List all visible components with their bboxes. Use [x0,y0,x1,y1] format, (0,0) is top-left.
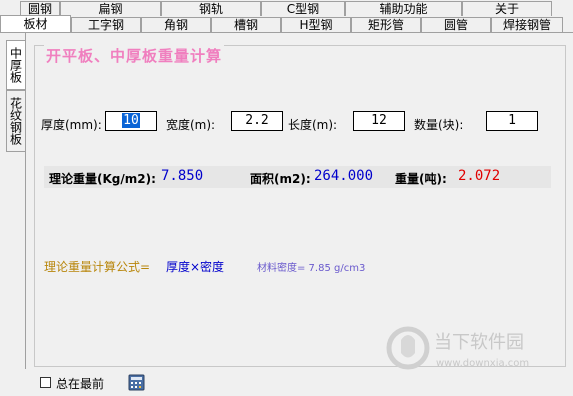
formula-expression: 厚度×密度 [166,260,225,274]
always-on-top-checkbox[interactable] [40,377,51,388]
main-panel: 开平板、中厚板重量计算 厚度(mm): 10 宽度(m): 2.2 长度(m):… [25,33,573,370]
thickness-label: 厚度(mm): [41,118,102,132]
tab-row-top: 圆钢 扁钢 钢轨 C型钢 辅助功能 关于 [0,0,552,16]
count-label: 数量(块): [414,118,464,132]
watermark-cn: 当下软件园 [434,332,524,353]
theory-weight-label: 理论重量(Kg/m2): [49,172,156,186]
always-on-top-label[interactable]: 总在最前 [56,375,104,392]
density-text: 材料密度= 7.85 g/cm3 [257,263,366,274]
tab-tools[interactable]: 辅助功能 [345,1,462,16]
tab-rect-tube[interactable]: 矩形管 [351,17,421,32]
formula-label: 理论重量计算公式= [44,260,151,274]
tab-round-steel[interactable]: 圆钢 [20,1,60,16]
tab-rail[interactable]: 钢轨 [161,1,261,16]
thickness-value: 10 [122,113,140,128]
weight-label: 重量(吨): [395,172,447,186]
calculator-icon[interactable] [128,374,145,391]
vtab-medium-plate[interactable]: 中厚板 [6,40,25,90]
tab-flat-steel[interactable]: 扁钢 [60,1,161,16]
width-label: 宽度(m): [166,118,216,132]
area-label: 面积(m2): [250,172,311,186]
tab-channel-steel[interactable]: 槽钢 [211,17,281,32]
width-input[interactable]: 2.2 [231,111,283,131]
vertical-tabs: 中厚板 花纹钢板 [6,40,25,152]
length-input[interactable]: 12 [353,111,405,131]
tab-about[interactable]: 关于 [462,1,552,16]
plate-groupbox [34,45,566,367]
group-title: 开平板、中厚板重量计算 [44,45,225,66]
tab-i-beam[interactable]: 工字钢 [71,17,141,32]
footer-bar: 总在最前 [0,369,573,396]
count-input[interactable]: 1 [486,111,538,131]
weight-value: 2.072 [458,168,501,184]
thickness-input[interactable]: 10 [105,111,157,131]
theory-weight-value: 7.850 [161,168,204,184]
tab-plate[interactable]: 板材 [0,15,71,32]
tab-c-steel[interactable]: C型钢 [261,1,345,16]
length-label: 长度(m): [288,118,338,132]
area-value: 264.000 [314,168,374,184]
tab-round-tube[interactable]: 圆管 [421,17,491,32]
vtab-checker-plate[interactable]: 花纹钢板 [6,90,25,152]
watermark-url: www.downxia.com [436,358,529,369]
tab-h-beam[interactable]: H型钢 [281,17,351,32]
tab-angle-steel[interactable]: 角钢 [141,17,211,32]
tab-row-bottom: 板材 工字钢 角钢 槽钢 H型钢 矩形管 圆管 焊接钢管 [0,15,563,32]
tab-welded-pipe[interactable]: 焊接钢管 [491,17,563,32]
